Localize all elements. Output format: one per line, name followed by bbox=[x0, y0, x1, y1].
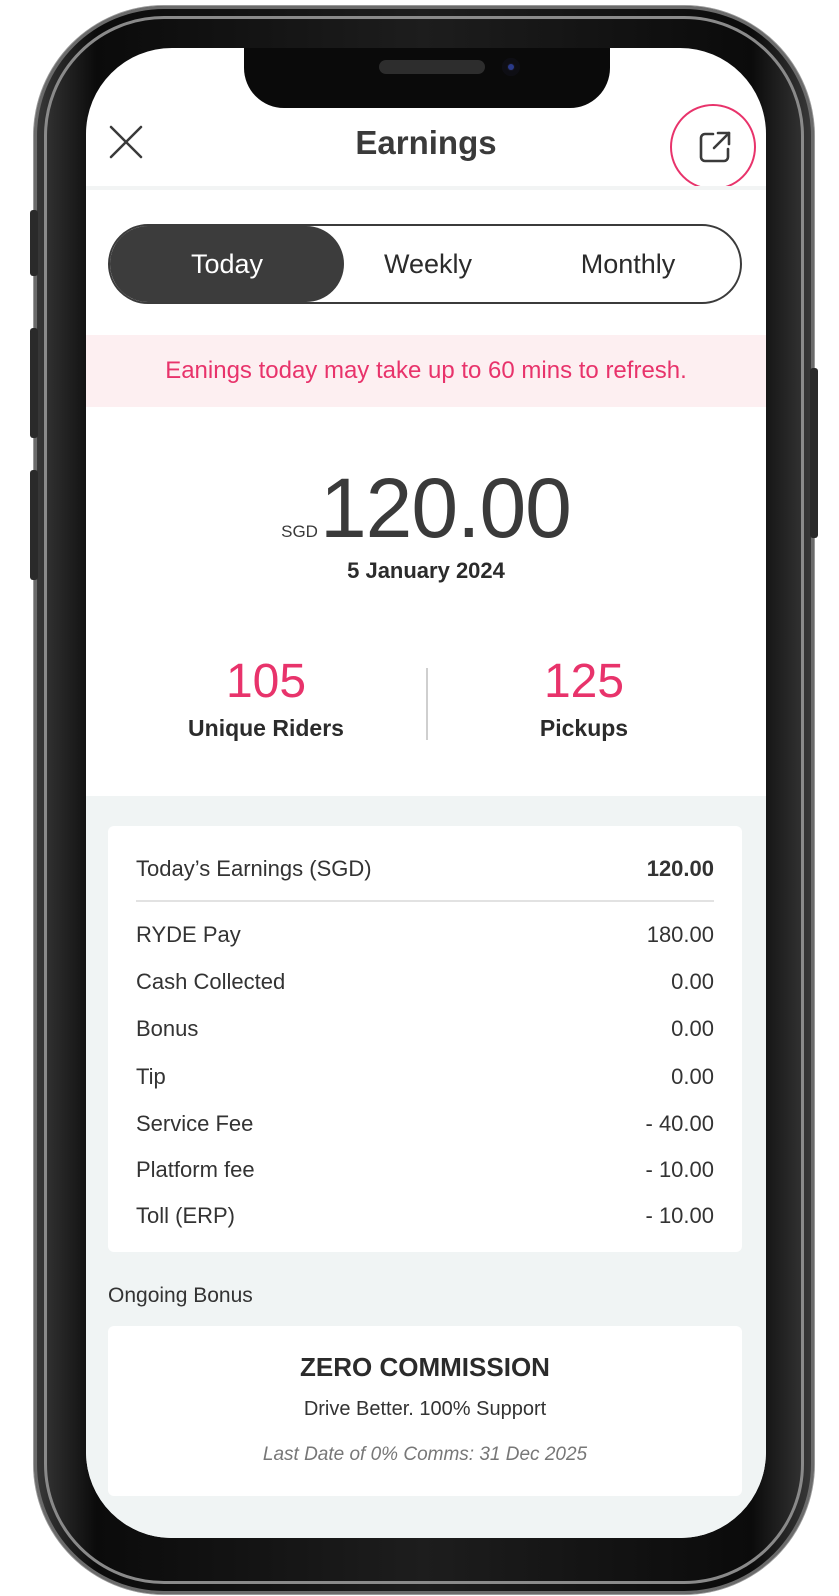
pickups-stat: 125 Pickups bbox=[434, 654, 734, 742]
breakdown-item-value: 0.00 bbox=[671, 969, 714, 994]
breakdown-item-value: 180.00 bbox=[646, 922, 714, 947]
stats-divider bbox=[426, 668, 428, 740]
period-tabs: Today Weekly Monthly bbox=[108, 224, 742, 304]
breakdown-item-label: Bonus bbox=[136, 1016, 199, 1041]
earnings-date: 5 January 2024 bbox=[347, 558, 505, 583]
breakdown-item-value: - 10.00 bbox=[645, 1203, 715, 1228]
unique-riders-stat: 105 Unique Riders bbox=[116, 654, 416, 742]
bonus-card[interactable]: ZERO COMMISSION Drive Better. 100% Suppo… bbox=[108, 1326, 742, 1496]
breakdown-row-cash-collected: Cash Collected 0.00 bbox=[136, 969, 714, 999]
breakdown-item-value: - 10.00 bbox=[645, 1157, 715, 1182]
breakdown-row-bonus: Bonus 0.00 bbox=[136, 1016, 714, 1046]
external-link-icon[interactable] bbox=[696, 128, 734, 166]
breakdown-total-row: Today’s Earnings (SGD) 120.00 bbox=[136, 856, 714, 886]
earnings-amount: 120.00 bbox=[319, 461, 572, 555]
side-button-volume-down bbox=[30, 470, 38, 580]
breakdown-row-ryde-pay: RYDE Pay 180.00 bbox=[136, 922, 714, 952]
breakdown-item-label: Tip bbox=[136, 1064, 166, 1089]
ongoing-bonus-heading: Ongoing Bonus bbox=[108, 1284, 253, 1307]
pickups-label: Pickups bbox=[539, 715, 629, 741]
tab-weekly[interactable]: Weekly bbox=[344, 226, 512, 302]
tab-today[interactable]: Today bbox=[110, 226, 344, 302]
bonus-title: ZERO COMMISSION bbox=[300, 1352, 550, 1382]
breakdown-row-tip: Tip 0.00 bbox=[136, 1064, 714, 1094]
unique-riders-label: Unique Riders bbox=[188, 715, 344, 741]
side-button-volume-up bbox=[30, 328, 38, 438]
earnings-total: SGD120.00 bbox=[86, 460, 766, 557]
front-camera bbox=[502, 58, 520, 76]
breakdown-item-value: 0.00 bbox=[671, 1064, 714, 1089]
breakdown-total-value: 120.00 bbox=[646, 856, 714, 881]
earnings-breakdown-card: Today’s Earnings (SGD) 120.00 RYDE Pay 1… bbox=[108, 826, 742, 1252]
phone-notch bbox=[244, 48, 610, 108]
refresh-notice: Eanings today may take up to 60 mins to … bbox=[86, 335, 766, 407]
breakdown-item-label: RYDE Pay bbox=[136, 922, 241, 947]
pickups-value: 125 bbox=[543, 655, 625, 708]
breakdown-divider bbox=[136, 900, 714, 902]
breakdown-item-label: Platform fee bbox=[136, 1157, 255, 1182]
currency-label: SGD bbox=[281, 522, 318, 541]
tab-monthly[interactable]: Monthly bbox=[528, 226, 728, 302]
breakdown-row-service-fee: Service Fee - 40.00 bbox=[136, 1111, 714, 1141]
page-title: Earnings bbox=[355, 124, 497, 161]
app-screen: Earnings Today Weekly Monthly Eanings to… bbox=[86, 48, 766, 1538]
breakdown-row-toll: Toll (ERP) - 10.00 bbox=[136, 1203, 714, 1233]
breakdown-item-label: Service Fee bbox=[136, 1111, 254, 1136]
breakdown-item-value: - 40.00 bbox=[645, 1111, 715, 1136]
breakdown-item-value: 0.00 bbox=[671, 1016, 714, 1041]
speaker-grille bbox=[379, 60, 485, 74]
side-button-power bbox=[810, 368, 818, 538]
unique-riders-value: 105 bbox=[225, 655, 307, 708]
bonus-subtitle: Drive Better. 100% Support bbox=[303, 1398, 547, 1420]
breakdown-total-label: Today’s Earnings (SGD) bbox=[136, 856, 372, 881]
header: Earnings bbox=[86, 98, 766, 190]
bonus-end-date: Last Date of 0% Comms: 31 Dec 2025 bbox=[262, 1444, 588, 1465]
breakdown-item-label: Cash Collected bbox=[136, 969, 286, 994]
breakdown-item-label: Toll (ERP) bbox=[136, 1203, 236, 1228]
side-button-mute bbox=[30, 210, 38, 276]
breakdown-row-platform-fee: Platform fee - 10.00 bbox=[136, 1157, 714, 1187]
header-divider bbox=[86, 186, 766, 190]
